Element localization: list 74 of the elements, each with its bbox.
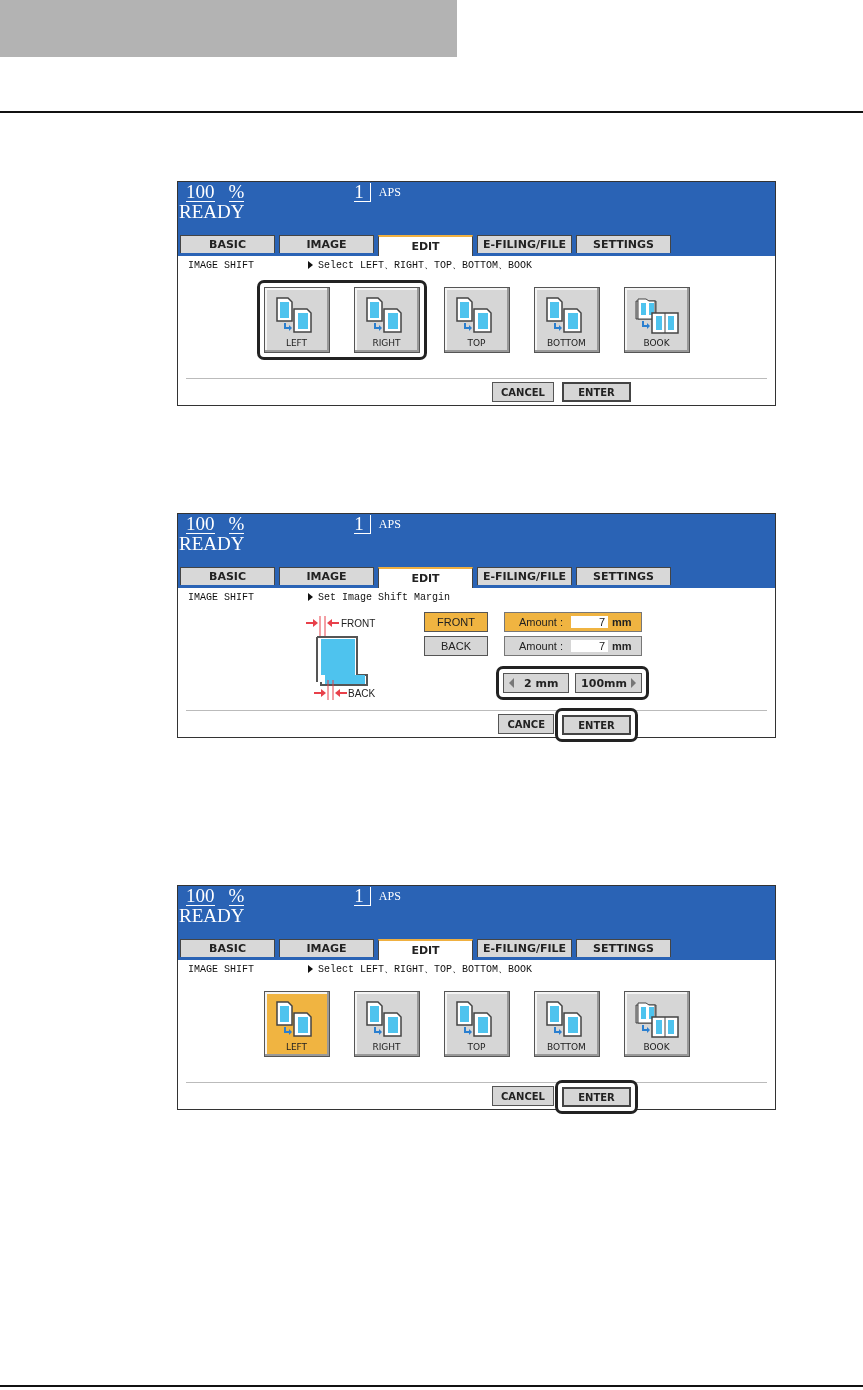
amount-label: Amount :	[519, 640, 565, 652]
paper-size: APS	[378, 889, 401, 904]
amount-display[interactable]: Amount : 7 mm	[504, 612, 642, 632]
step-label: 2 mm	[524, 676, 559, 690]
tab[interactable]: EDIT	[378, 235, 473, 256]
tab[interactable]: IMAGE	[279, 235, 374, 253]
side-button[interactable]: FRONT	[424, 612, 488, 632]
mode-button[interactable]: BOTTOM	[533, 287, 600, 353]
prompt-text: Select LEFT、RIGHT、TOP、BOTTOM、BOOK	[318, 963, 533, 976]
tab[interactable]: SETTINGS	[576, 567, 671, 585]
copies-count: 1	[354, 887, 371, 906]
left-arrow-icon	[509, 678, 515, 688]
amount-label: Amount :	[519, 616, 565, 628]
zoom-value: 100	[186, 515, 215, 534]
amount-value: 7	[571, 640, 608, 652]
status-message: READY	[179, 907, 246, 925]
paper-size: APS	[378, 517, 401, 532]
tab[interactable]: BASIC	[180, 939, 275, 957]
status-message: READY	[179, 203, 246, 221]
percent-sign: %	[228, 183, 245, 202]
cancel-button[interactable]: CANCEL	[492, 1086, 554, 1106]
tab[interactable]: E-FILING/FILE	[477, 235, 572, 253]
tab[interactable]: BASIC	[180, 567, 275, 585]
cancel-button[interactable]: CANCE	[498, 714, 554, 734]
percent-sign: %	[228, 515, 245, 534]
book-icon	[634, 297, 679, 335]
zoom-value: 100	[186, 887, 215, 906]
percent-sign: %	[228, 887, 245, 906]
mode-button[interactable]: LEFT	[263, 287, 330, 353]
unit-label: mm	[612, 640, 632, 652]
mode-button[interactable]: TOP	[443, 991, 510, 1057]
paper-size: APS	[378, 185, 401, 200]
tab[interactable]: E-FILING/FILE	[477, 567, 572, 585]
pointer-icon	[308, 593, 313, 601]
mode-button[interactable]: RIGHT	[353, 991, 420, 1057]
mode-button[interactable]: TOP	[443, 287, 510, 353]
tab[interactable]: EDIT	[378, 567, 473, 588]
tab[interactable]: E-FILING/FILE	[477, 939, 572, 957]
enter-button[interactable]: ENTER	[562, 382, 631, 403]
step-label: 100mm	[581, 676, 627, 690]
function-label: IMAGE SHIFT	[188, 259, 255, 271]
copies-count: 1	[354, 515, 371, 534]
pointer-icon	[308, 261, 313, 269]
mode-button[interactable]: BOOK	[623, 287, 690, 353]
copies-count: 1	[354, 183, 371, 202]
mode-button[interactable]: RIGHT	[353, 287, 420, 353]
prompt-text: Select LEFT、RIGHT、TOP、BOTTOM、BOOK	[318, 259, 533, 272]
mode-button[interactable]: LEFT	[263, 991, 330, 1057]
unit-label: mm	[612, 616, 632, 628]
function-label: IMAGE SHIFT	[188, 591, 255, 603]
step-button[interactable]: 100mm	[575, 673, 642, 693]
enter-button[interactable]: ENTER	[562, 1087, 631, 1108]
book-icon	[634, 1001, 679, 1039]
right-arrow-icon	[631, 678, 636, 688]
amount-value: 7	[571, 616, 608, 628]
prompt-text: Set Image Shift Margin	[318, 591, 451, 603]
mode-button[interactable]: BOTTOM	[533, 991, 600, 1057]
tab[interactable]: IMAGE	[279, 567, 374, 585]
tab[interactable]: IMAGE	[279, 939, 374, 957]
cancel-button[interactable]: CANCEL	[492, 382, 554, 402]
margin-diagram: FRONT BACK	[304, 610, 414, 705]
tab[interactable]: EDIT	[378, 939, 473, 960]
side-button[interactable]: BACK	[424, 636, 488, 656]
tab[interactable]: SETTINGS	[576, 235, 671, 253]
step-button[interactable]: 2 mm	[503, 673, 570, 693]
mode-button[interactable]: BOOK	[623, 991, 690, 1057]
enter-button[interactable]: ENTER	[562, 715, 631, 736]
tab[interactable]: BASIC	[180, 235, 275, 253]
status-message: READY	[179, 535, 246, 553]
zoom-value: 100	[186, 183, 215, 202]
amount-display[interactable]: Amount : 7 mm	[504, 636, 642, 656]
tab[interactable]: SETTINGS	[576, 939, 671, 957]
pointer-icon	[308, 965, 313, 973]
function-label: IMAGE SHIFT	[188, 963, 255, 975]
